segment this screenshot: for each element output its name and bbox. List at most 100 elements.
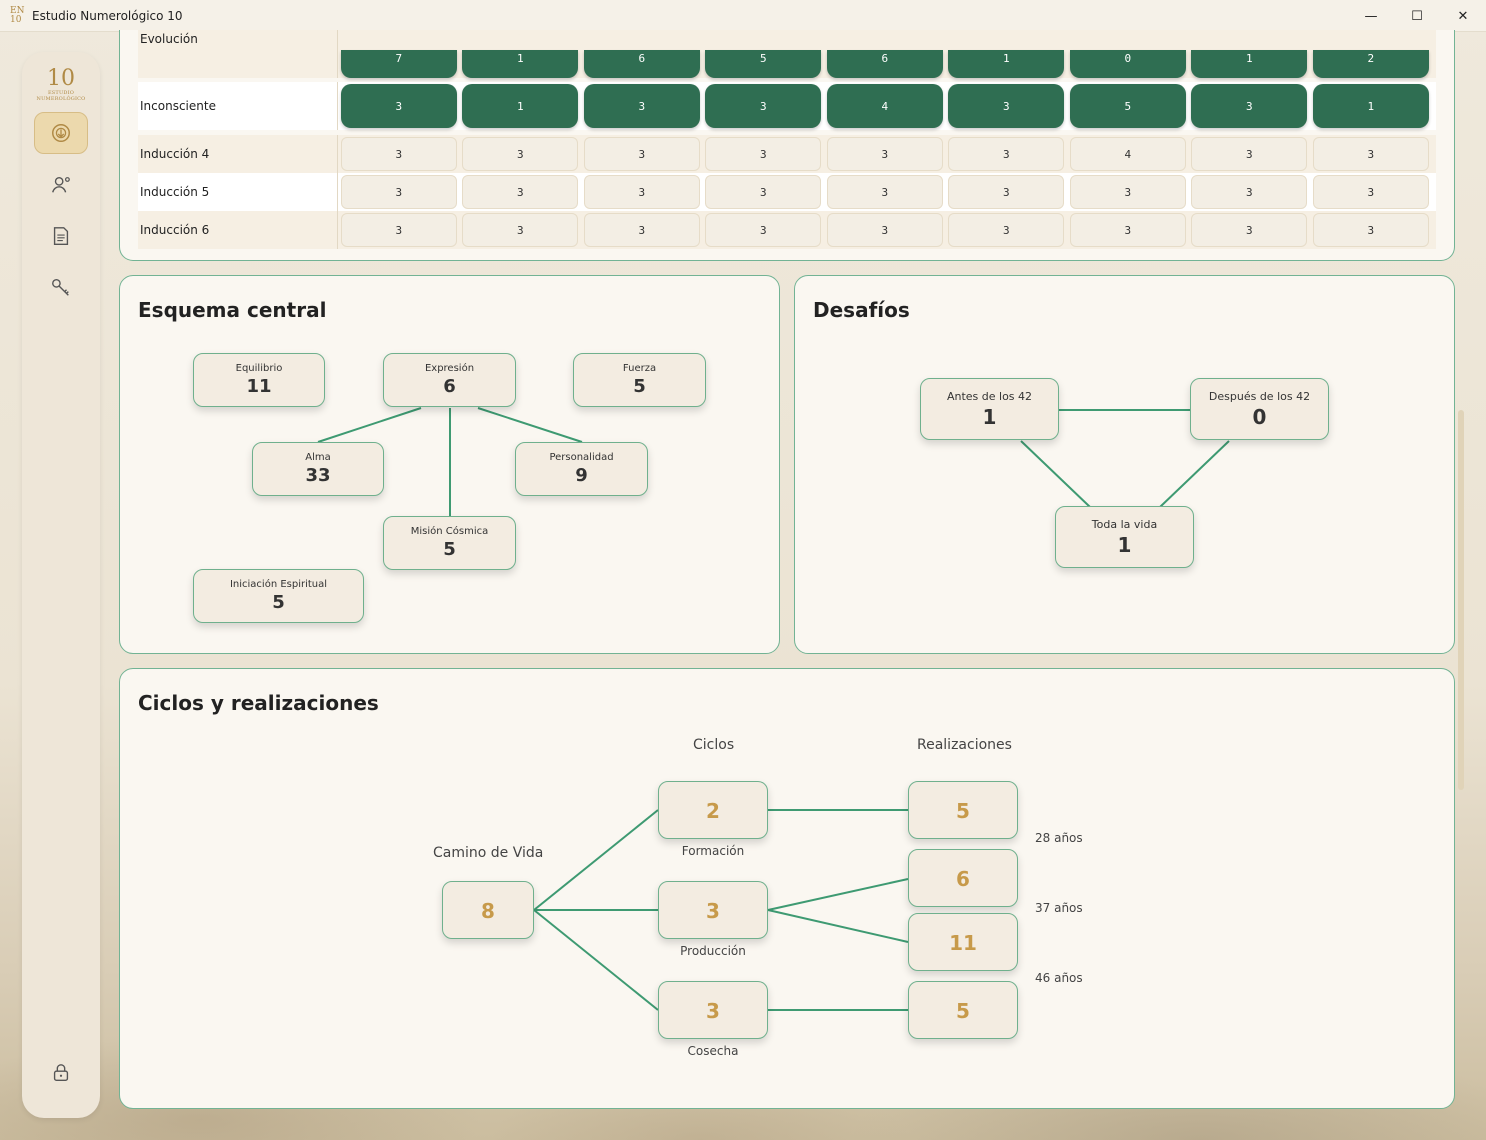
maximize-button[interactable]: ☐ <box>1394 0 1440 32</box>
node-realizacion-1: 5 <box>908 781 1018 839</box>
node-antes-42: Antes de los 42 1 <box>920 378 1059 440</box>
table-cell-value[interactable]: 3 <box>583 175 700 209</box>
table-row: Inducción 4333333433 <box>138 135 1436 173</box>
table-cell-value[interactable]: 3 <box>340 84 457 128</box>
table-cell: 0 <box>1067 30 1189 78</box>
logo-number: 10 <box>47 66 75 91</box>
ciclo-1-value: 2 <box>706 799 720 823</box>
node-realizacion-2: 6 <box>908 849 1018 907</box>
key-icon <box>52 278 69 296</box>
table-cell-value[interactable]: 3 <box>340 213 457 247</box>
table-cell-value[interactable]: 4 <box>1069 137 1186 171</box>
table-cell-value[interactable]: 3 <box>462 137 579 171</box>
table-cell: 6 <box>581 30 703 78</box>
table-cell-value[interactable]: 3 <box>1312 137 1429 171</box>
table-cell: 3 <box>1067 173 1189 211</box>
table-cell-value[interactable]: 1 <box>462 84 579 128</box>
antes-value: 1 <box>982 404 997 429</box>
table-cell-value[interactable]: 5 <box>705 50 822 78</box>
table-cell-value[interactable]: 4 <box>826 84 943 128</box>
table-cell-value[interactable]: 3 <box>948 137 1065 171</box>
table-cell-value[interactable]: 7 <box>340 50 457 78</box>
minimize-button[interactable]: — <box>1348 0 1394 32</box>
scrollbar-thumb[interactable] <box>1458 410 1464 790</box>
table-cell-value[interactable]: 0 <box>1069 50 1186 78</box>
table-cell: 3 <box>703 82 825 130</box>
table-cell-value[interactable]: 3 <box>1069 213 1186 247</box>
sidebar-item-keys[interactable] <box>34 266 88 308</box>
alma-value: 33 <box>305 465 331 486</box>
table-cell-value[interactable]: 3 <box>948 213 1065 247</box>
title-bar: EN 10 Estudio Numerológico 10 — ☐ ✕ <box>0 0 1486 32</box>
realizacion-4-value: 5 <box>956 999 970 1023</box>
table-row-label: Inducción 5 <box>138 173 338 211</box>
lock-button[interactable] <box>34 1052 88 1094</box>
table-cell-value[interactable]: 3 <box>1191 213 1308 247</box>
table-cell-value[interactable]: 3 <box>462 213 579 247</box>
table-cell-value[interactable]: 3 <box>1191 175 1308 209</box>
personalidad-value: 9 <box>575 465 588 486</box>
table-cell: 3 <box>946 135 1068 173</box>
table-cell: 3 <box>946 82 1068 130</box>
table-cell-value[interactable]: 3 <box>948 84 1065 128</box>
inductions-table-card: Evolución 7 1 6 5 6 1 0 1 2 Inconsciente 3 1 3 3 4 3 5 3 1 I… <box>119 30 1455 261</box>
sidebar: 10 ESTUDIO NUMEROLÓGICO <box>22 52 100 1118</box>
table-cell-value[interactable]: 5 <box>1069 84 1186 128</box>
table-cell-value[interactable]: 3 <box>705 213 822 247</box>
table-cell-value[interactable]: 2 <box>1312 50 1429 78</box>
table-cell-value[interactable]: 3 <box>948 175 1065 209</box>
table-cell-value[interactable]: 3 <box>705 175 822 209</box>
table-cell-value[interactable]: 3 <box>462 175 579 209</box>
table-cell-value[interactable]: 1 <box>948 50 1065 78</box>
table-cell-value[interactable]: 6 <box>826 50 943 78</box>
table-cell-value[interactable]: 3 <box>705 84 822 128</box>
ciclo-2-value: 3 <box>706 899 720 923</box>
table-cell-value[interactable]: 1 <box>1191 50 1308 78</box>
sidebar-item-users[interactable] <box>34 164 88 206</box>
table-cell-value[interactable]: 3 <box>583 84 700 128</box>
equilibrio-label: Equilibrio <box>235 363 283 374</box>
ciclo-3-value: 3 <box>706 999 720 1023</box>
numerology-icon <box>52 124 70 142</box>
table-cell: 3 <box>338 82 460 130</box>
table-cell-value[interactable]: 3 <box>340 137 457 171</box>
node-ciclo-formacion: 2 <box>658 781 768 839</box>
table-cell-value[interactable]: 3 <box>1191 137 1308 171</box>
table-cell: 3 <box>460 211 582 249</box>
table-row: Inducción 5333333333 <box>138 173 1436 211</box>
desafios-connectors <box>1020 409 1230 508</box>
table-cell-value[interactable]: 3 <box>1191 84 1308 128</box>
table-cell: 3 <box>338 211 460 249</box>
table-cell: 3 <box>703 173 825 211</box>
node-ciclo-cosecha: 3 <box>658 981 768 1039</box>
close-button[interactable]: ✕ <box>1440 0 1486 32</box>
antes-label: Antes de los 42 <box>946 389 1033 403</box>
table-cell-value[interactable]: 3 <box>826 137 943 171</box>
table-cell-value[interactable]: 3 <box>1312 175 1429 209</box>
table-cell-value[interactable]: 1 <box>1312 84 1429 128</box>
personalidad-label: Personalidad <box>549 452 614 463</box>
table-cell: 3 <box>1310 211 1432 249</box>
table-cell-value[interactable]: 1 <box>462 50 579 78</box>
table-cell-value[interactable]: 3 <box>583 137 700 171</box>
table-cell: 3 <box>1310 135 1432 173</box>
table-cell-value[interactable]: 3 <box>583 213 700 247</box>
table-cell-value[interactable]: 3 <box>826 213 943 247</box>
table-cell-value[interactable]: 6 <box>583 50 700 78</box>
table-cell-value[interactable]: 3 <box>705 137 822 171</box>
table-cell-value[interactable]: 3 <box>826 175 943 209</box>
node-realizacion-3: 11 <box>908 913 1018 971</box>
toda-value: 1 <box>1117 532 1132 557</box>
table-cell: 4 <box>824 82 946 130</box>
table-cell-value[interactable]: 3 <box>340 175 457 209</box>
table-cell-value[interactable]: 3 <box>1069 175 1186 209</box>
sidebar-item-numerology[interactable] <box>34 112 88 154</box>
sidebar-item-documents[interactable] <box>34 215 88 257</box>
node-expresion: Expresión 6 <box>383 353 516 407</box>
realizacion-2-value: 6 <box>956 867 970 891</box>
table-cell: 2 <box>1310 30 1432 78</box>
table-cell: 3 <box>1189 135 1311 173</box>
lock-icon <box>53 1064 69 1082</box>
table-row: Evolución 7 1 6 5 6 1 0 1 2 <box>138 30 1436 78</box>
table-cell-value[interactable]: 3 <box>1312 213 1429 247</box>
